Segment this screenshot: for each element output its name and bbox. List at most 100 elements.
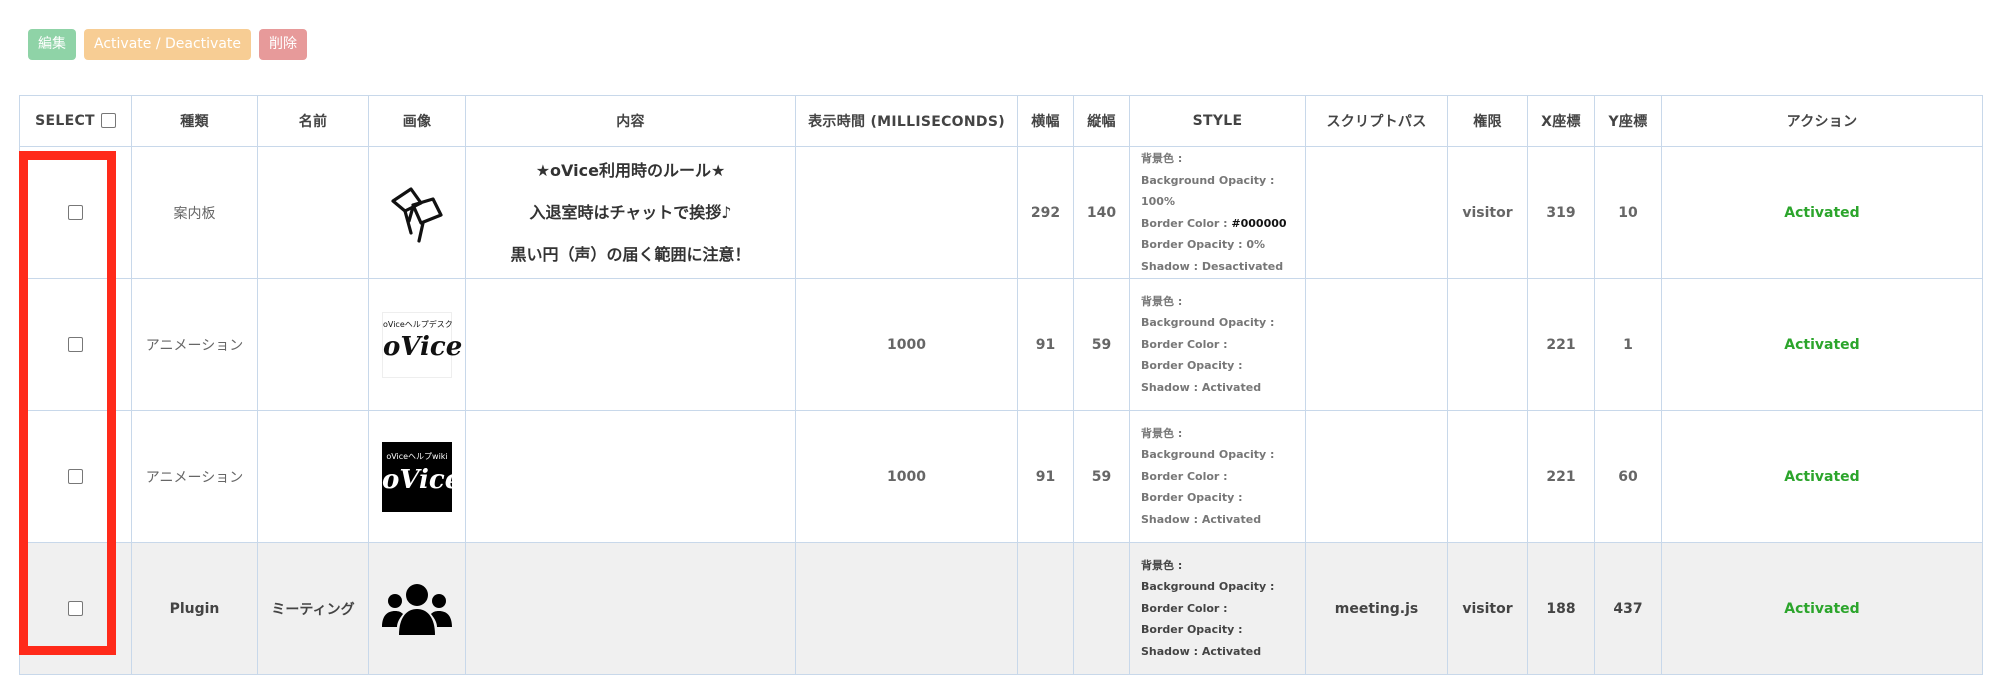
name-cell: [257, 410, 369, 543]
activate-deactivate-button[interactable]: Activate / Deactivate: [84, 29, 252, 60]
table-row: Plugin ミーティング 背景色 : Background Opacity:…: [19, 542, 1983, 675]
style-shadow: Shadow : Activated: [1141, 380, 1262, 394]
status-link[interactable]: Activated: [1661, 146, 1983, 279]
delete-button[interactable]: 削除: [259, 29, 308, 60]
style-shadow: Shadow : Desactivated: [1141, 259, 1284, 273]
status-link[interactable]: Activated: [1661, 542, 1983, 675]
image-cell: [368, 146, 466, 279]
column-header-duration: 表示時間 (MILLISECONDS): [795, 95, 1018, 147]
logo-word: oVice: [383, 331, 463, 362]
table-row: 案内板 ★oVice利用時のルール★ 入退室時はチャットで挨拶♪ 黒い円（声）の…: [19, 146, 1983, 279]
x-cell: 319: [1527, 146, 1595, 279]
permission-cell: [1447, 278, 1528, 411]
row-checkbox[interactable]: [68, 469, 83, 484]
y-cell: 10: [1594, 146, 1662, 279]
type-cell: 案内板: [131, 146, 258, 279]
type-cell: アニメーション: [131, 410, 258, 543]
row-select-cell: [19, 410, 132, 543]
content-cell: [465, 542, 796, 675]
edit-button[interactable]: 編集: [28, 29, 76, 60]
row-checkbox[interactable]: [68, 601, 83, 616]
name-cell: [257, 146, 369, 279]
image-cell: [368, 542, 466, 675]
x-cell: 188: [1527, 542, 1595, 675]
signboard-icon: [391, 186, 443, 243]
table-row: アニメーション oViceヘルプwiki oVice 1000 91 59 背景…: [19, 410, 1983, 543]
style-bg-opacity: Background Opacity : 100%: [1141, 173, 1275, 209]
column-header-script-path: スクリプトパス: [1305, 95, 1448, 147]
x-cell: 221: [1527, 278, 1595, 411]
style-cell: 背景色 : Background Opacity : Border Color …: [1129, 410, 1306, 543]
column-header-style: STYLE: [1129, 95, 1306, 147]
style-bg: 背景色 :: [1141, 294, 1183, 308]
height-cell: 59: [1073, 278, 1130, 411]
image-cell: oViceヘルプデスク oVice: [368, 278, 466, 411]
status-link[interactable]: Activated: [1661, 410, 1983, 543]
height-cell: 59: [1073, 410, 1130, 543]
x-cell: 221: [1527, 410, 1595, 543]
table-header-row: SELECT 種類 名前 画像 内容 表示時間 (MILLISECONDS) 横…: [19, 95, 1983, 147]
duration-cell: 1000: [795, 410, 1018, 543]
style-border-color: Border Color :: [1141, 601, 1228, 615]
image-cell: oViceヘルプwiki oVice: [368, 410, 466, 543]
y-cell: 1: [1594, 278, 1662, 411]
style-cell: 背景色 : Background Opacity : Border Color …: [1129, 278, 1306, 411]
column-header-select: SELECT: [19, 95, 132, 147]
content-line: 黒い円（声）の届く範囲に注意！: [510, 244, 751, 264]
duration-cell: [795, 146, 1018, 279]
content-cell: ★oVice利用時のルール★ 入退室時はチャットで挨拶♪ 黒い円（声）の届く範囲…: [465, 146, 796, 279]
column-header-permission: 権限: [1447, 95, 1528, 147]
style-border-color: Border Color : #000000: [1141, 213, 1305, 235]
script-path-cell: meeting.js: [1305, 542, 1448, 675]
duration-cell: [795, 542, 1018, 675]
ovice-helpdesk-logo: oViceヘルプデスク oVice: [382, 311, 463, 378]
objects-table: SELECT 種類 名前 画像 内容 表示時間 (MILLISECONDS) 横…: [19, 95, 1983, 675]
y-cell: 60: [1594, 410, 1662, 543]
style-shadow: Shadow : Activated: [1141, 512, 1262, 526]
style-bg-opacity: Background Opacity :: [1141, 580, 1275, 594]
style-bg-opacity: Background Opacity :: [1141, 448, 1275, 462]
status-link[interactable]: Activated: [1661, 278, 1983, 411]
column-header-y: Y座標: [1594, 95, 1662, 147]
row-select-cell: [19, 278, 132, 411]
column-header-x: X座標: [1527, 95, 1595, 147]
column-header-type: 種類: [131, 95, 258, 147]
style-border-color-value: #000000: [1231, 216, 1287, 230]
height-cell: [1073, 542, 1130, 675]
column-header-action: アクション: [1661, 95, 1983, 147]
width-cell: 292: [1017, 146, 1074, 279]
style-border-opacity: Border Opacity :: [1141, 623, 1243, 637]
permission-cell: visitor: [1447, 146, 1528, 279]
select-all-checkbox[interactable]: [100, 112, 116, 128]
content-cell: [465, 410, 796, 543]
group-icon: [382, 583, 452, 635]
content-line: ★oVice利用時のルール★: [535, 160, 726, 180]
script-path-cell: [1305, 278, 1448, 411]
row-checkbox[interactable]: [68, 337, 83, 352]
toolbar: 編集 Activate / Deactivate 削除: [28, 29, 308, 60]
script-path-cell: [1305, 146, 1448, 279]
column-header-height: 縦幅: [1073, 95, 1130, 147]
name-cell: [257, 278, 369, 411]
logo-caption: oViceヘルプデスク: [383, 319, 453, 329]
column-header-name: 名前: [257, 95, 369, 147]
column-header-width: 横幅: [1017, 95, 1074, 147]
content-line: 入退室時はチャットで挨拶♪: [529, 202, 732, 222]
style-bg-opacity: Background Opacity :: [1141, 316, 1275, 330]
ovice-helpwiki-logo: oViceヘルプwiki oVice: [382, 441, 462, 512]
permission-cell: visitor: [1447, 542, 1528, 675]
permission-cell: [1447, 410, 1528, 543]
logo-word: oVice: [382, 464, 462, 495]
style-cell: 背景色 : Background Opacity : 100% Border C…: [1129, 146, 1306, 279]
width-cell: 91: [1017, 278, 1074, 411]
name-cell: ミーティング: [257, 542, 369, 675]
width-cell: [1017, 542, 1074, 675]
type-cell: Plugin: [131, 542, 258, 675]
row-checkbox[interactable]: [68, 205, 83, 220]
column-header-content: 内容: [465, 95, 796, 147]
y-cell: 437: [1594, 542, 1662, 675]
style-border-opacity: Border Opacity :: [1141, 359, 1243, 373]
style-shadow: Shadow : Activated: [1141, 644, 1262, 658]
style-bg: 背景色 :: [1141, 426, 1183, 440]
column-header-image: 画像: [368, 95, 466, 147]
